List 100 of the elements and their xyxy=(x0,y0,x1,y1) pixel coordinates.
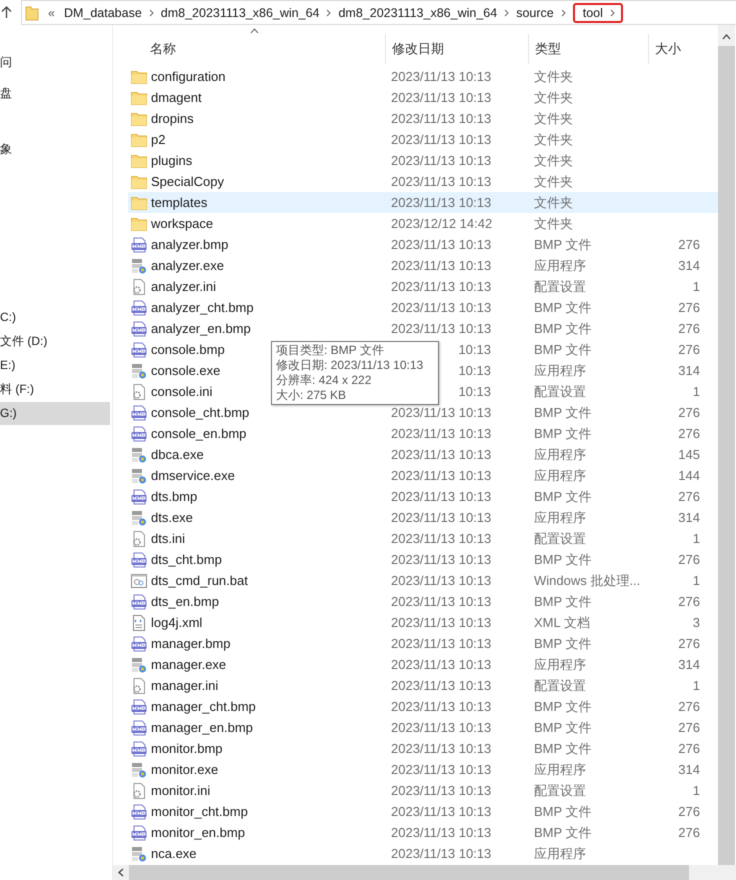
file-name[interactable]: dts.bmp xyxy=(151,489,198,504)
column-header[interactable]: 大小 xyxy=(648,34,703,64)
file-name[interactable]: log4j.xml xyxy=(151,615,202,630)
sidebar-item[interactable]: C:) xyxy=(0,306,110,329)
file-size: 276 xyxy=(678,489,700,504)
overflow-chevron[interactable]: « xyxy=(48,6,55,20)
file-size: 276 xyxy=(678,720,700,735)
file-type: 文件夹 xyxy=(534,152,573,168)
sidebar-item[interactable]: 料 (F:) xyxy=(0,378,110,401)
folder-icon xyxy=(131,196,147,210)
file-name[interactable]: monitor_cht.bmp xyxy=(151,804,248,819)
image-file-icon xyxy=(131,720,147,736)
file-name[interactable]: nca.exe xyxy=(151,846,197,861)
file-name[interactable]: analyzer.exe xyxy=(151,258,224,273)
application-icon xyxy=(131,258,147,274)
file-name[interactable]: dmagent xyxy=(151,90,202,105)
file-name[interactable]: analyzer_cht.bmp xyxy=(151,300,254,315)
application-icon xyxy=(131,846,147,862)
sidebar-item[interactable]: 问 xyxy=(0,51,110,74)
settings-file-icon xyxy=(131,678,147,694)
file-type: BMP 文件 xyxy=(534,320,592,336)
modified-date: 2023/12/12 14:42 xyxy=(391,216,492,231)
file-name[interactable]: p2 xyxy=(151,132,166,147)
file-name[interactable]: monitor.bmp xyxy=(151,741,223,756)
file-type: 配置设置 xyxy=(534,782,586,798)
file-name[interactable]: monitor.ini xyxy=(151,783,210,798)
file-type: 应用程序 xyxy=(534,446,586,462)
chevron-icon[interactable] xyxy=(148,8,154,16)
file-name[interactable]: manager_en.bmp xyxy=(151,720,253,735)
file-name[interactable]: console.ini xyxy=(151,384,212,399)
scroll-up-icon[interactable] xyxy=(722,34,731,40)
file-name[interactable]: monitor.exe xyxy=(151,762,218,777)
application-icon xyxy=(131,468,147,484)
file-type: BMP 文件 xyxy=(534,404,592,420)
chevron-icon[interactable] xyxy=(504,8,510,16)
file-name[interactable]: dts_en.bmp xyxy=(151,594,219,609)
column-header[interactable]: 修改日期 xyxy=(385,34,528,64)
file-name[interactable]: console_en.bmp xyxy=(151,426,246,441)
sidebar-item[interactable]: E:) xyxy=(0,354,110,377)
file-name[interactable]: workspace xyxy=(151,216,214,231)
file-name[interactable]: configuration xyxy=(151,69,226,84)
modified-date: 2023/11/13 10:13 xyxy=(391,657,492,672)
modified-date: 2023/11/13 10:13 xyxy=(391,552,492,567)
file-size: 314 xyxy=(678,657,700,672)
file-name[interactable]: manager.exe xyxy=(151,657,226,672)
file-size: 1 xyxy=(692,678,700,693)
file-name[interactable]: dts_cmd_run.bat xyxy=(151,573,248,588)
file-name[interactable]: manager_cht.bmp xyxy=(151,699,256,714)
folder-icon xyxy=(131,70,147,84)
file-name[interactable]: templates xyxy=(151,195,208,210)
file-name[interactable]: console_cht.bmp xyxy=(151,405,250,420)
chevron-icon[interactable] xyxy=(560,8,566,16)
file-name[interactable]: SpecialCopy xyxy=(151,174,224,189)
scroll-left-icon[interactable] xyxy=(118,868,124,877)
up-arrow-icon[interactable] xyxy=(1,6,12,19)
file-name[interactable]: analyzer_en.bmp xyxy=(151,321,251,336)
file-name[interactable]: manager.ini xyxy=(151,678,218,693)
sidebar-item[interactable]: 象 xyxy=(0,138,110,161)
file-type: BMP 文件 xyxy=(534,300,592,314)
file-name[interactable]: console.exe xyxy=(151,363,220,378)
modified-date: 2023/11/13 10:13 xyxy=(391,489,492,504)
selected-file-row[interactable]: templates 2023/11/13 10:13 文件夹 xyxy=(128,192,718,213)
file-name[interactable]: manager.bmp xyxy=(151,636,230,651)
file-name[interactable]: dts.ini xyxy=(151,531,185,546)
file-name[interactable]: monitor_en.bmp xyxy=(151,825,245,840)
sidebar-item[interactable]: G:) xyxy=(0,402,110,425)
folder-icon xyxy=(131,174,147,188)
file-type: BMP 文件 xyxy=(534,342,592,356)
file-name[interactable]: plugins xyxy=(151,153,192,168)
image-file-icon xyxy=(131,488,147,504)
file-name[interactable]: dmservice.exe xyxy=(151,468,235,483)
file-type: BMP 文件 xyxy=(534,426,592,440)
file-name[interactable]: analyzer.bmp xyxy=(151,237,228,252)
file-size: 276 xyxy=(678,237,700,252)
modified-date: 2023/11/13 10:13 xyxy=(391,174,492,189)
modified-date: 2023/11/13 10:13 xyxy=(391,636,492,651)
file-name[interactable]: dts.exe xyxy=(151,510,193,525)
tooltip-line: 修改日期: 2023/11/13 10:13 xyxy=(276,358,424,373)
file-size: 276 xyxy=(678,699,700,714)
file-type: Windows 批处理... xyxy=(534,572,640,588)
file-name[interactable]: dropins xyxy=(151,111,194,126)
file-name[interactable]: analyzer.ini xyxy=(151,279,216,294)
breadcrumb-item[interactable]: tool xyxy=(572,2,623,22)
file-name[interactable]: console.bmp xyxy=(151,342,225,357)
column-header[interactable]: 名称 xyxy=(128,34,385,64)
file-type: 配置设置 xyxy=(534,278,586,294)
chevron-icon[interactable] xyxy=(326,8,332,16)
file-name[interactable]: dts_cht.bmp xyxy=(151,552,222,567)
breadcrumb-item[interactable]: DM_database xyxy=(64,6,142,20)
sidebar-item[interactable]: 盘 xyxy=(0,82,110,105)
column-header[interactable]: 类型 xyxy=(528,34,648,64)
breadcrumb-item[interactable]: dm8_20231113_x86_win_64 xyxy=(160,6,320,20)
breadcrumb-item[interactable]: source xyxy=(516,6,554,20)
file-type: 配置设置 xyxy=(534,384,586,398)
address-bar[interactable]: « DM_database dm8_20231113_x86_win_64 dm8_20231113_x86_win_64 source tool xyxy=(21,0,736,25)
breadcrumb-item[interactable]: dm8_20231113_x86_win_64 xyxy=(338,6,498,20)
file-name[interactable]: dbca.exe xyxy=(151,447,204,462)
sidebar-item[interactable]: 文件 (D:) xyxy=(0,330,110,353)
tooltip-line: 分辨率: 424 x 222 xyxy=(276,373,372,388)
folder-icon xyxy=(131,112,147,126)
